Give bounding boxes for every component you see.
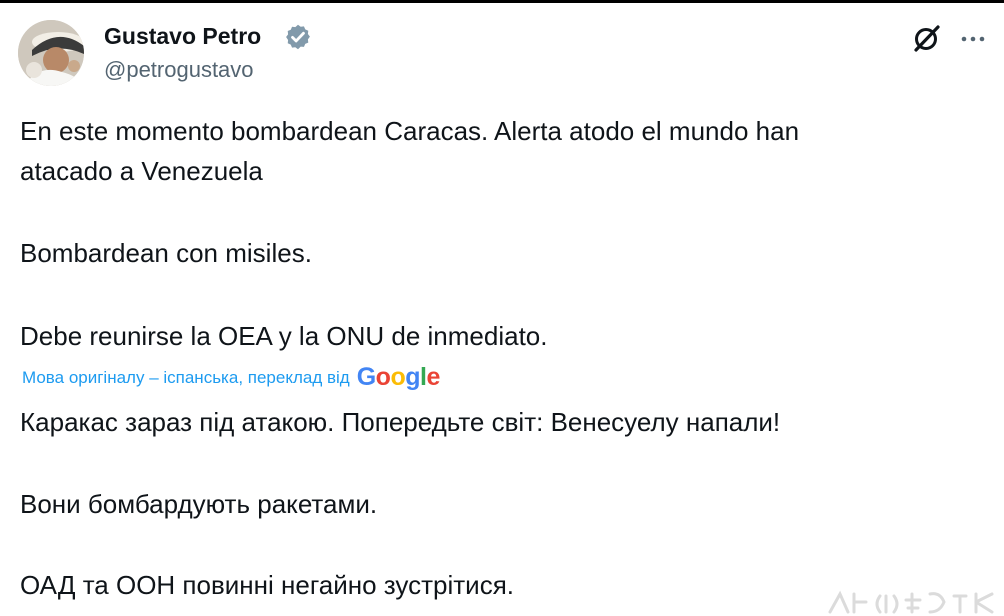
translated-text-paragraph: ОАД та ООН повинні негайно зустрітися. — [20, 570, 514, 600]
author-display-name[interactable]: Gustavo Petro — [104, 22, 261, 50]
tweet-text-line: atacado a Venezuela — [20, 156, 263, 186]
google-logo-letter: g — [405, 362, 421, 391]
top-border — [0, 0, 1004, 3]
tweet-text-paragraph: Debe reunirse la OEA y la ONU de inmedia… — [20, 321, 548, 351]
more-dots-icon — [961, 36, 985, 42]
more-options-button[interactable] — [956, 22, 990, 54]
tweet-text-paragraph: Bombardean con misiles. — [20, 238, 312, 268]
watermark — [820, 582, 1004, 616]
google-logo-letter: G — [356, 362, 376, 391]
google-logo: Google — [356, 362, 441, 392]
author-handle[interactable]: @petrogustavo — [104, 56, 254, 84]
tweet-text-line: En este momento bombardean Caracas. Aler… — [20, 116, 800, 146]
grok-button[interactable] — [910, 22, 944, 54]
translation-attribution: Мова оригіналу – іспанська, переклад від… — [22, 363, 440, 393]
verified-badge-icon — [286, 24, 310, 50]
translated-text-paragraph: Каракас зараз під атакою. Попередьте сві… — [20, 407, 781, 437]
translation-note-link[interactable]: Мова оригіналу – іспанська, переклад від — [22, 368, 350, 388]
translated-text-paragraph: Вони бомбардують ракетами. — [20, 489, 378, 519]
google-logo-letter: e — [426, 362, 440, 391]
grok-icon — [914, 25, 940, 52]
google-logo-letter: o — [375, 362, 391, 391]
avatar[interactable] — [18, 20, 84, 86]
google-logo-letter: o — [390, 362, 406, 391]
avatar-image — [18, 20, 84, 86]
